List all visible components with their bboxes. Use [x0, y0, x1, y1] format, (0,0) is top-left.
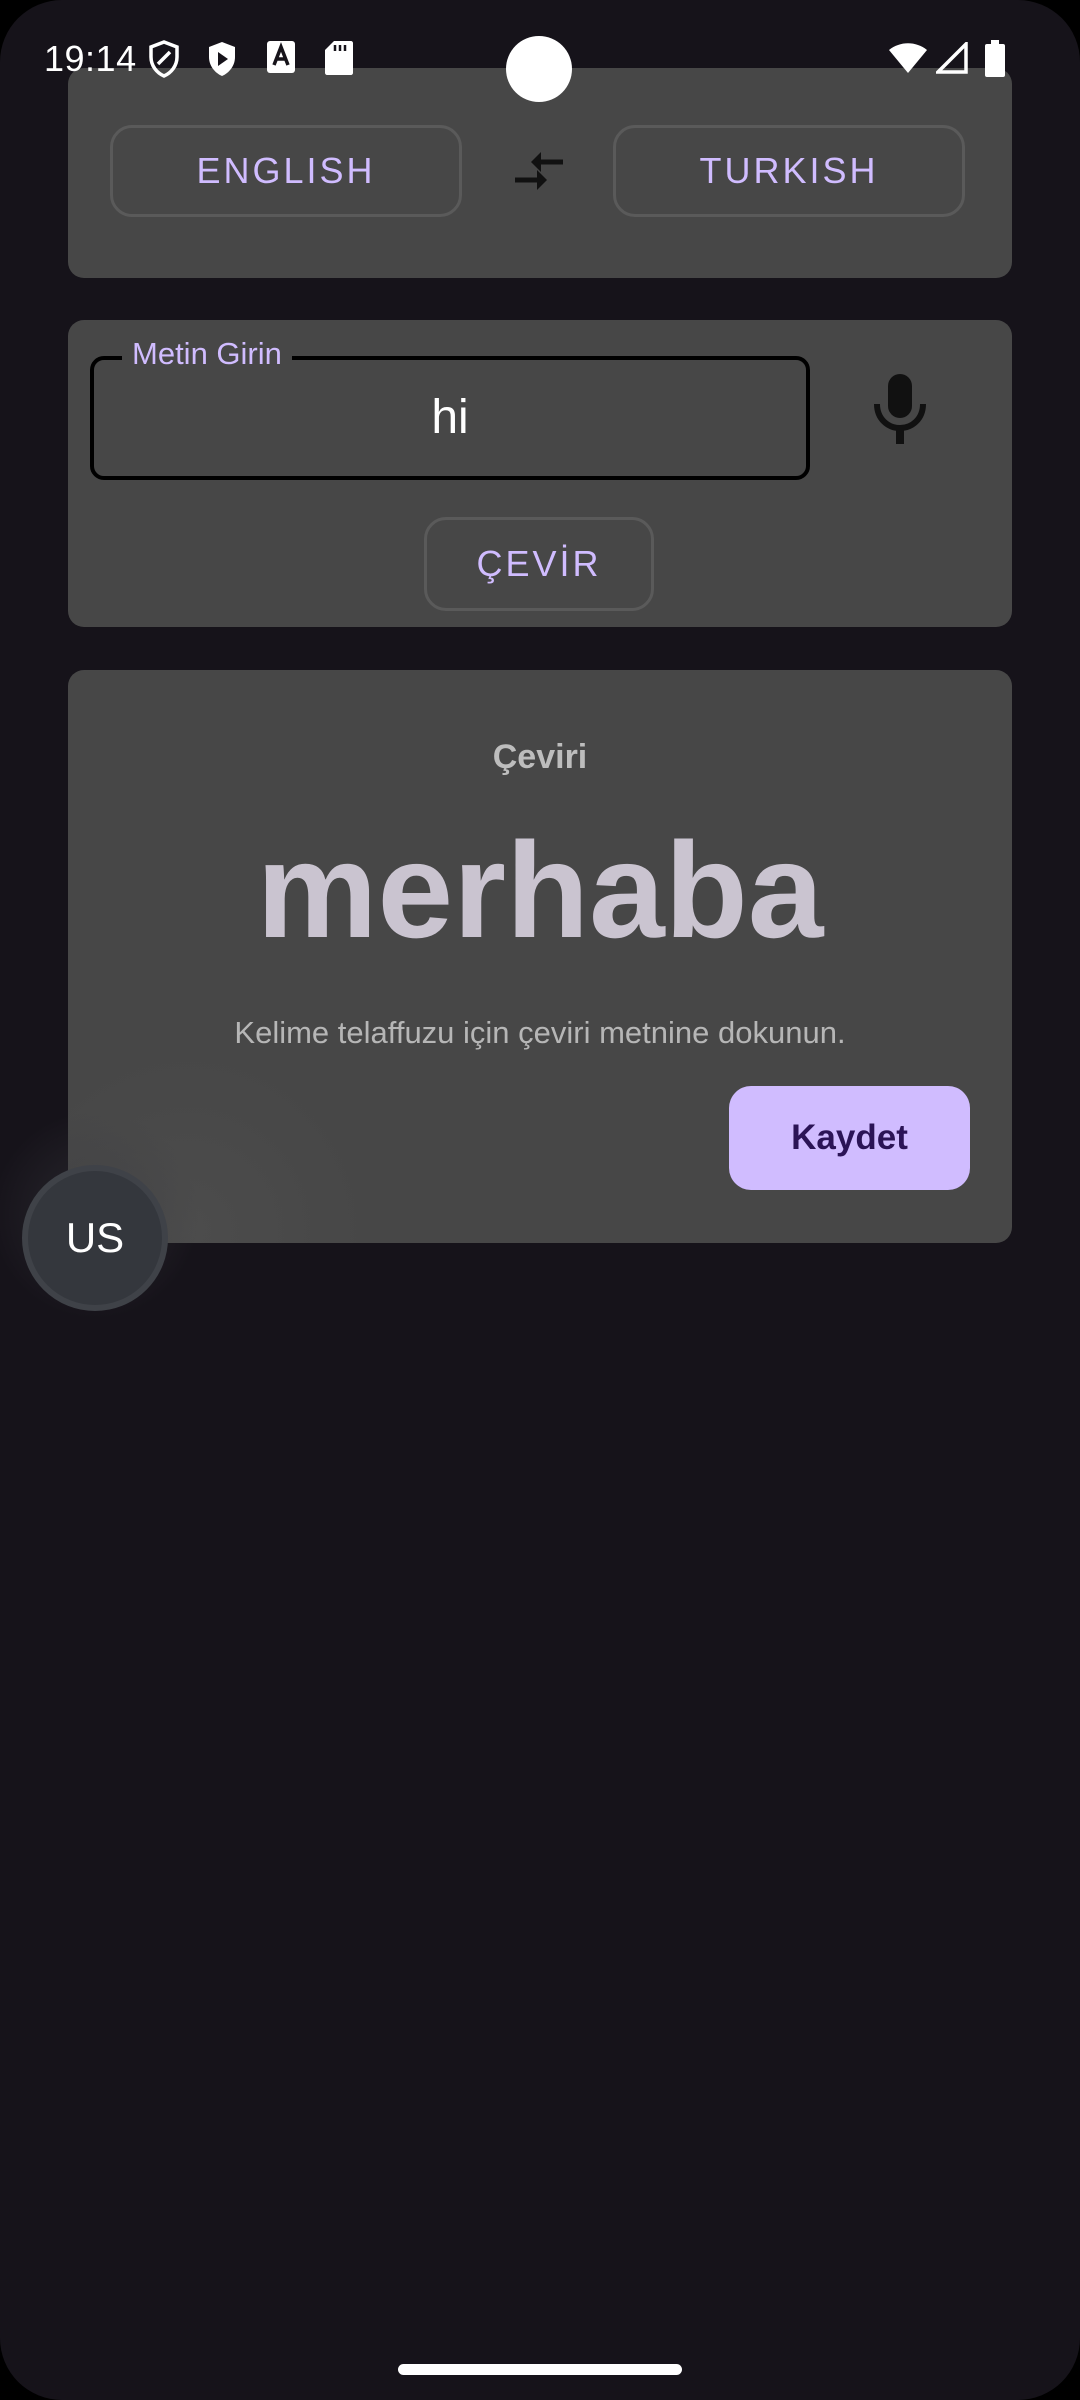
wifi-icon [889, 43, 927, 73]
camera-cutout [506, 36, 572, 102]
font-download-icon [267, 41, 295, 73]
translation-text[interactable]: merhaba [68, 810, 1012, 970]
text-input-value[interactable]: hi [94, 390, 806, 446]
phone-screen: 19:14 ENGLISH TURKISH Metin Girin hi ÇEV… [0, 0, 1080, 2400]
floating-language-bubble[interactable]: US [22, 1165, 168, 1311]
shield-play-icon [209, 42, 235, 76]
save-button[interactable]: Kaydet [729, 1086, 970, 1190]
status-time: 19:14 [44, 38, 137, 79]
shield-outline-icon [149, 40, 179, 78]
translate-button[interactable]: ÇEVİR [424, 517, 654, 611]
home-indicator[interactable] [398, 2364, 682, 2375]
pronunciation-hint: Kelime telaffuzu için çeviri metnine dok… [234, 1015, 846, 1050]
result-title: Çeviri [492, 738, 588, 776]
sd-card-icon [325, 41, 353, 75]
text-input-field[interactable]: Metin Girin hi [90, 334, 810, 480]
battery-icon [985, 40, 1005, 77]
text-input-label: Metin Girin [122, 334, 292, 374]
source-language-button[interactable]: ENGLISH [110, 125, 462, 217]
microphone-icon[interactable] [868, 372, 932, 446]
result-card: Çeviri merhaba Kelime telaffuzu için çev… [68, 670, 1012, 1243]
signal-icon [936, 42, 968, 74]
input-card: Metin Girin hi ÇEVİR [68, 320, 1012, 627]
target-language-button[interactable]: TURKISH [613, 125, 965, 217]
swap-arrows-icon[interactable] [511, 146, 567, 196]
